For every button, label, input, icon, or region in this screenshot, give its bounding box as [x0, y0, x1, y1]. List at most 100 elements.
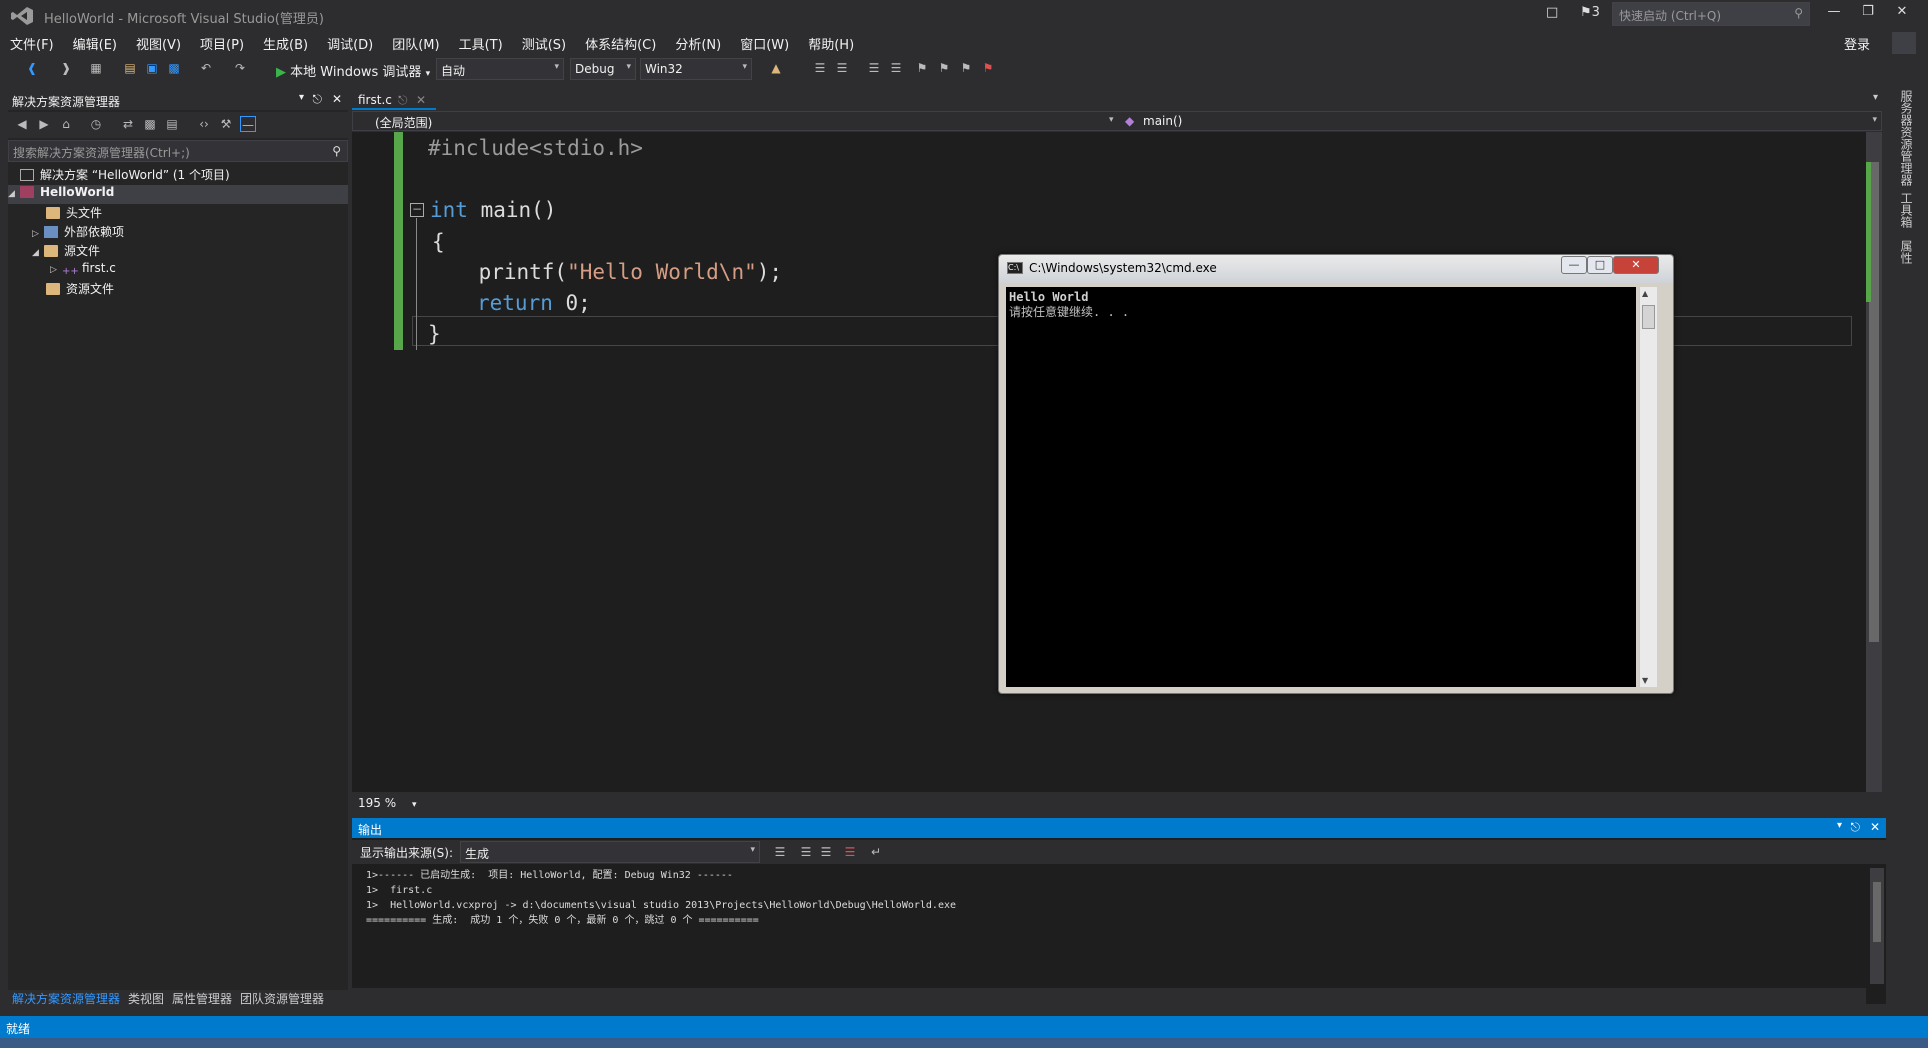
cmd-maximize-button[interactable]: □ [1587, 256, 1613, 274]
scroll-up-icon[interactable]: ▲ [1642, 289, 1648, 298]
editor-vertical-scrollbar[interactable] [1866, 132, 1882, 792]
output-source-combo[interactable]: 生成 ▾ [460, 841, 760, 863]
collapsed-arrow-icon[interactable]: ▷ [32, 229, 44, 239]
menu-project[interactable]: 项目(P) [191, 32, 253, 55]
clear-all-icon[interactable]: ☰ [842, 844, 858, 860]
collapsed-arrow-icon[interactable]: ▷ [50, 265, 62, 275]
pin-icon[interactable]: ⎋ [1851, 820, 1861, 835]
scrollbar-thumb[interactable] [1873, 882, 1881, 942]
cmd-minimize-button[interactable]: — [1561, 256, 1587, 274]
platform-combo[interactable]: Win32 ▾ [640, 58, 752, 80]
comment-icon[interactable]: ☰ [866, 60, 882, 76]
prev-bookmark-icon[interactable]: ⚑ [936, 60, 952, 76]
forward-icon[interactable]: ▶ [36, 116, 52, 132]
go-to-location-icon[interactable]: ☰ [772, 844, 788, 860]
redo-icon[interactable]: ↷ [232, 60, 248, 76]
undo-icon[interactable]: ↶ [198, 60, 214, 76]
preview-icon[interactable]: — [240, 116, 256, 132]
close-icon[interactable]: ✕ [416, 93, 426, 107]
tree-item-solution[interactable]: 解决方案 “HelloWorld” (1 个项目) [8, 166, 348, 185]
back-icon[interactable]: ◀ [14, 116, 30, 132]
open-file-icon[interactable]: ▤ [122, 60, 138, 76]
back-icon[interactable]: ❰ [24, 60, 40, 76]
tab-first-c[interactable]: first.c ⎋ ✕ [352, 90, 436, 110]
tab-solution-explorer[interactable]: 解决方案资源管理器 [8, 988, 124, 1009]
tab-properties[interactable]: 属性 [1898, 240, 1915, 264]
close-button[interactable]: ✕ [1888, 4, 1916, 26]
uncomment-icon[interactable]: ☰ [888, 60, 904, 76]
cmd-close-button[interactable]: ✕ [1613, 256, 1659, 274]
close-icon[interactable]: ✕ [1870, 820, 1880, 834]
tab-dropdown-icon[interactable]: ▾ [1873, 92, 1878, 103]
chevron-down-icon[interactable]: ▾ [1109, 115, 1114, 125]
search-icon[interactable]: ⚲ [332, 144, 341, 158]
sync-icon[interactable]: ⇄ [120, 116, 136, 132]
menu-architecture[interactable]: 体系结构(C) [576, 32, 665, 55]
tab-server-explorer[interactable]: 服务器资源管理器 [1898, 90, 1915, 186]
collapse-outline-icon[interactable]: − [410, 203, 424, 217]
quick-launch-input[interactable]: 快速启动 (Ctrl+Q) ⚲ [1612, 2, 1810, 26]
output-horizontal-scrollbar[interactable] [352, 988, 1866, 1004]
solution-config-combo[interactable]: 自动 ▾ [436, 58, 564, 80]
menu-edit[interactable]: 编辑(E) [64, 32, 126, 55]
function-combo[interactable]: main() [1143, 114, 1182, 128]
tree-item-header-files[interactable]: 头文件 [8, 204, 348, 223]
tab-team-explorer[interactable]: 团队资源管理器 [236, 988, 328, 1009]
feedback-icon[interactable]: □ [1546, 5, 1558, 20]
menu-debug[interactable]: 调试(D) [318, 32, 382, 55]
tab-class-view[interactable]: 类视图 [124, 988, 168, 1009]
solution-search-input[interactable]: 搜索解决方案资源管理器(Ctrl+;) ⚲ [8, 140, 348, 162]
cmd-scrollbar[interactable]: ▲ ▼ [1639, 287, 1657, 687]
expanded-arrow-icon[interactable]: ◢ [32, 248, 44, 258]
pin-icon[interactable]: ⎋ [313, 92, 323, 107]
forward-icon[interactable]: ❱ [58, 60, 74, 76]
next-message-icon[interactable]: ☰ [818, 844, 834, 860]
bookmark-icon[interactable]: ⚑ [914, 60, 930, 76]
show-all-files-icon[interactable]: ▤ [164, 116, 180, 132]
menu-tools[interactable]: 工具(T) [450, 32, 512, 55]
tree-item-project[interactable]: ◢ HelloWorld [8, 185, 348, 204]
menu-file[interactable]: 文件(F) [1, 32, 63, 55]
home-icon[interactable]: ⌂ [58, 116, 74, 132]
menu-team[interactable]: 团队(M) [383, 32, 448, 55]
align-right-icon[interactable]: ☰ [834, 60, 850, 76]
output-vertical-scrollbar[interactable] [1870, 868, 1884, 984]
tree-item-first-c[interactable]: ▷ ++ first.c [8, 261, 348, 280]
minimize-button[interactable]: — [1820, 4, 1848, 26]
scrollbar-thumb[interactable] [1642, 305, 1655, 329]
scope-combo[interactable]: (全局范围) [375, 114, 432, 131]
windows-taskbar[interactable] [0, 1038, 1928, 1048]
configuration-combo[interactable]: Debug ▾ [570, 58, 636, 80]
cmd-title-bar[interactable]: C:\ C:\Windows\system32\cmd.exe — □ ✕ [999, 255, 1673, 283]
word-wrap-icon[interactable]: ↵ [868, 844, 884, 860]
cmd-console-output[interactable]: Hello World 请按任意键继续. . . [1006, 287, 1636, 687]
tab-toolbox[interactable]: 工具箱 [1898, 192, 1915, 228]
output-text[interactable]: 1>------ 已启动生成: 项目: HelloWorld, 配置: Debu… [366, 868, 956, 928]
save-all-icon[interactable]: ▩ [166, 60, 182, 76]
scroll-down-icon[interactable]: ▼ [1642, 676, 1648, 685]
dropdown-icon[interactable]: ▾ [1837, 820, 1842, 831]
tree-item-source-files[interactable]: ◢ 源文件 [8, 242, 348, 261]
search-icon[interactable]: ⚲ [1794, 6, 1803, 20]
tab-property-manager[interactable]: 属性管理器 [168, 988, 236, 1009]
new-project-icon[interactable]: ▦ [88, 60, 104, 76]
dropdown-icon[interactable]: ▾ [299, 92, 304, 103]
find-in-files-icon[interactable]: ▲ [768, 60, 784, 76]
restore-button[interactable]: ❐ [1854, 4, 1882, 26]
align-left-icon[interactable]: ☰ [812, 60, 828, 76]
pin-icon[interactable]: ⎋ [398, 93, 408, 108]
menu-window[interactable]: 窗口(W) [731, 32, 798, 55]
tree-item-resource-files[interactable]: 资源文件 [8, 280, 348, 299]
chevron-down-icon[interactable]: ▾ [412, 800, 417, 810]
cmd-console-window[interactable]: C:\ C:\Windows\system32\cmd.exe — □ ✕ He… [998, 254, 1674, 694]
login-link[interactable]: 登录 [1844, 34, 1870, 53]
menu-view[interactable]: 视图(V) [127, 32, 190, 55]
clear-bookmarks-icon[interactable]: ⚑ [980, 60, 996, 76]
profile-icon[interactable] [1892, 32, 1916, 54]
next-bookmark-icon[interactable]: ⚑ [958, 60, 974, 76]
menu-analyze[interactable]: 分析(N) [666, 32, 730, 55]
zoom-level-combo[interactable]: 195 % [358, 796, 396, 810]
pending-changes-icon[interactable]: ◷ [88, 116, 104, 132]
menu-test[interactable]: 测试(S) [513, 32, 575, 55]
expanded-arrow-icon[interactable]: ◢ [8, 189, 20, 199]
